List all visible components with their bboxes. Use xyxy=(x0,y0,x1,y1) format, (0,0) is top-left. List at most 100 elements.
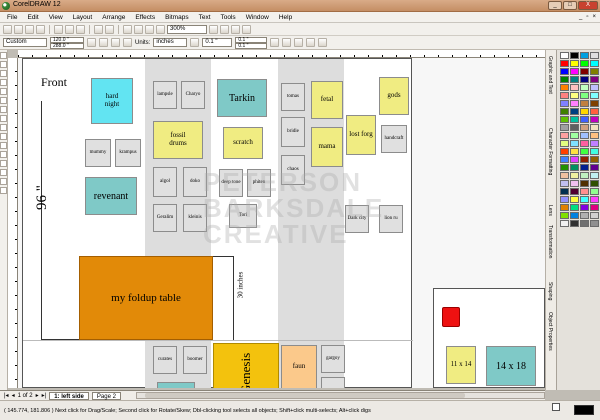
snap-to-grid-icon[interactable] xyxy=(209,24,218,34)
color-swatch[interactable] xyxy=(590,204,599,211)
item-lost-forg[interactable]: lost forg xyxy=(346,115,376,155)
open-icon[interactable] xyxy=(14,24,23,34)
color-swatch[interactable] xyxy=(580,212,589,219)
pick-tool-icon[interactable] xyxy=(0,52,7,59)
color-swatch[interactable] xyxy=(570,140,579,147)
save-icon[interactable] xyxy=(25,24,34,34)
item-lampsle[interactable]: lampsle xyxy=(153,81,177,109)
zoom-tool-icon[interactable] xyxy=(0,79,7,86)
rectangle-tool-icon[interactable] xyxy=(0,106,7,113)
color-swatch[interactable] xyxy=(560,68,569,75)
menu-file[interactable]: File xyxy=(2,14,22,21)
color-swatch[interactable] xyxy=(580,124,589,131)
docker-tab-graphic-text[interactable]: Graphic and Text xyxy=(547,56,553,94)
item-revenant[interactable]: revenant xyxy=(85,177,137,215)
color-swatch[interactable] xyxy=(560,52,569,59)
color-swatch[interactable] xyxy=(570,164,579,171)
crop-tool-icon[interactable] xyxy=(0,70,7,77)
print-icon[interactable] xyxy=(36,24,45,34)
color-swatch[interactable] xyxy=(580,76,589,83)
color-swatch[interactable] xyxy=(560,188,569,195)
color-swatch[interactable] xyxy=(560,108,569,115)
color-swatch[interactable] xyxy=(590,140,599,147)
ellipse-tool-icon[interactable] xyxy=(0,115,7,122)
color-swatch[interactable] xyxy=(560,116,569,123)
redo-icon[interactable] xyxy=(105,24,114,34)
doc-minimize-icon[interactable]: _ xyxy=(579,14,582,20)
color-swatch[interactable] xyxy=(590,60,599,67)
options-icon[interactable] xyxy=(242,24,251,34)
color-swatch[interactable] xyxy=(580,220,589,227)
color-swatch[interactable] xyxy=(560,76,569,83)
fill-tool-icon[interactable] xyxy=(0,178,7,185)
color-swatch[interactable] xyxy=(580,92,589,99)
doc-close-icon[interactable]: × xyxy=(592,14,596,20)
color-swatch[interactable] xyxy=(590,92,599,99)
color-swatch[interactable] xyxy=(560,204,569,211)
docker-tab-lens[interactable]: Lens xyxy=(547,205,553,216)
menu-view[interactable]: View xyxy=(44,14,68,21)
item-handcraft[interactable]: handcraft xyxy=(381,125,407,153)
color-swatch[interactable] xyxy=(560,100,569,107)
color-swatch[interactable] xyxy=(580,156,589,163)
paste-icon[interactable] xyxy=(76,24,85,34)
cut-icon[interactable] xyxy=(54,24,63,34)
item-scratch[interactable]: scratch xyxy=(223,127,263,159)
color-swatch[interactable] xyxy=(570,196,579,203)
color-swatch[interactable] xyxy=(580,196,589,203)
color-swatch[interactable] xyxy=(560,220,569,227)
prev-page-icon[interactable]: ◂ xyxy=(12,392,15,399)
color-swatch[interactable] xyxy=(580,148,589,155)
item-14x18[interactable]: 14 x 18 xyxy=(486,346,536,386)
color-swatch[interactable] xyxy=(570,84,579,91)
units-select[interactable]: inches xyxy=(153,38,188,47)
item-geralim[interactable]: Geralim xyxy=(153,204,177,232)
color-swatch[interactable] xyxy=(570,132,579,139)
nudge-offset-field[interactable]: 0.1 " xyxy=(202,38,233,47)
dynamic-guides-icon[interactable] xyxy=(294,38,304,47)
color-swatch[interactable] xyxy=(580,108,589,115)
color-swatch[interactable] xyxy=(590,172,599,179)
snap-to-objects-icon[interactable] xyxy=(231,24,240,34)
menu-text[interactable]: Text xyxy=(194,14,216,21)
item-mummy[interactable]: mummy xyxy=(85,139,111,167)
color-swatch[interactable] xyxy=(580,116,589,123)
color-swatch[interactable] xyxy=(590,148,599,155)
color-swatch[interactable] xyxy=(590,132,599,139)
color-swatch[interactable] xyxy=(590,156,599,163)
color-swatch[interactable] xyxy=(560,84,569,91)
item-algol[interactable]: algol xyxy=(153,167,177,197)
item-faun[interactable]: faun xyxy=(281,345,317,388)
current-page-icon[interactable] xyxy=(123,38,132,47)
color-swatch[interactable] xyxy=(590,52,599,59)
to-front-icon[interactable] xyxy=(306,38,316,47)
color-swatch[interactable] xyxy=(590,180,599,187)
maximize-button[interactable]: □ xyxy=(563,1,577,10)
color-swatch[interactable] xyxy=(580,100,589,107)
item-tomas[interactable]: tomas xyxy=(281,83,305,111)
color-swatch[interactable] xyxy=(580,68,589,75)
item-bridle[interactable]: bridle xyxy=(281,117,305,147)
item-tarkin[interactable]: Tarkin xyxy=(217,79,267,117)
menu-layout[interactable]: Layout xyxy=(68,14,98,21)
color-swatch[interactable] xyxy=(560,164,569,171)
horizontal-scrollbar[interactable] xyxy=(135,392,545,399)
item-charyo[interactable]: Charyo xyxy=(181,81,205,109)
color-swatch[interactable] xyxy=(590,76,599,83)
color-swatch[interactable] xyxy=(570,92,579,99)
to-back-icon[interactable] xyxy=(318,38,328,47)
color-swatch[interactable] xyxy=(580,140,589,147)
color-swatch[interactable] xyxy=(580,132,589,139)
item-gray-partial[interactable] xyxy=(321,377,345,388)
color-swatch[interactable] xyxy=(580,180,589,187)
color-swatch[interactable] xyxy=(580,60,589,67)
color-swatch[interactable] xyxy=(560,212,569,219)
undo-icon[interactable] xyxy=(94,24,103,34)
color-swatch[interactable] xyxy=(560,172,569,179)
color-swatch[interactable] xyxy=(570,180,579,187)
item-11x14[interactable]: 11 x 14 xyxy=(446,346,476,384)
color-swatch[interactable] xyxy=(570,148,579,155)
color-swatch[interactable] xyxy=(590,212,599,219)
color-swatch[interactable] xyxy=(570,124,579,131)
color-swatch[interactable] xyxy=(570,60,579,67)
